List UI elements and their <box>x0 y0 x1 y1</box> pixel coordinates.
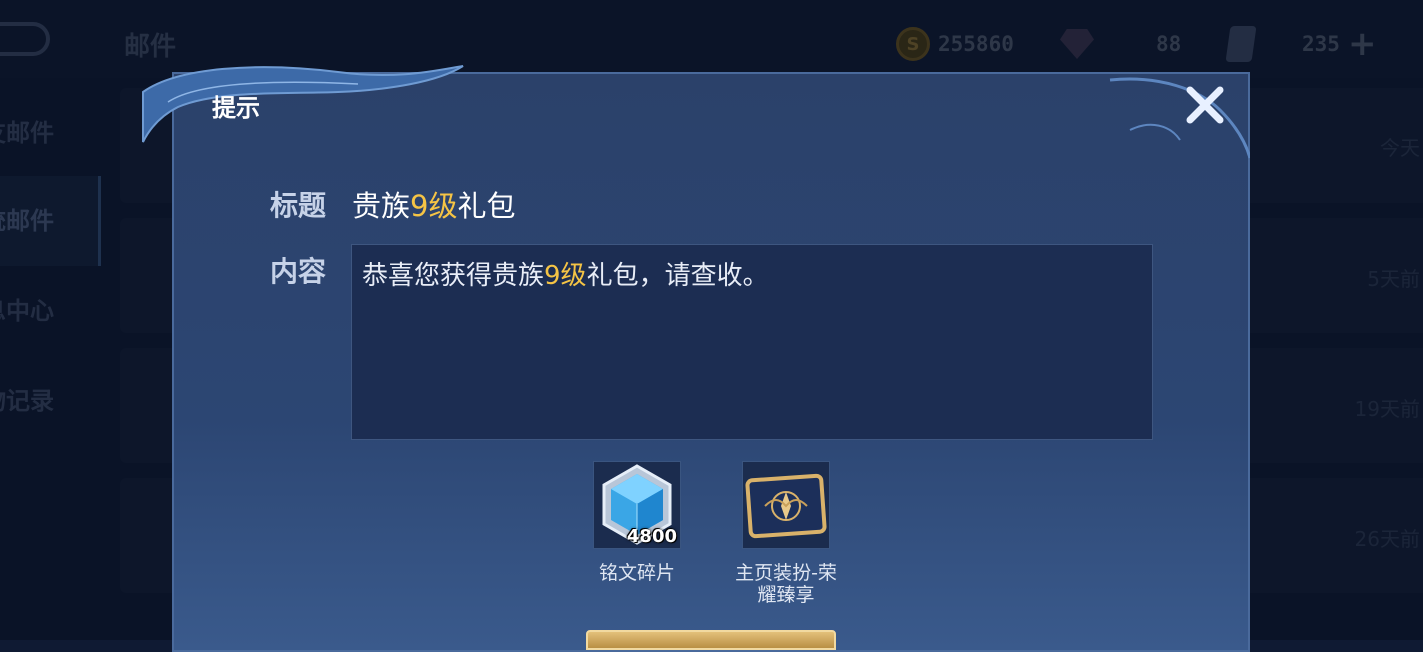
reward-item-homepage-decoration[interactable] <box>742 461 830 549</box>
reward-quantity: 4800 <box>626 526 677 547</box>
close-icon[interactable] <box>1182 82 1228 128</box>
subject-label: 标题 <box>270 189 327 222</box>
mail-content: 恭喜您获得贵族9级礼包，请查收。 <box>362 261 769 291</box>
reward-name: 铭文碎片 <box>598 562 675 584</box>
content-label: 内容 <box>270 255 327 288</box>
level-highlight: 9级 <box>544 261 587 291</box>
decoration-card-icon <box>745 473 827 539</box>
dialog-title: 提示 <box>212 94 260 122</box>
ribbon-decoration <box>142 65 464 143</box>
mail-subject: 贵族9级礼包 <box>352 189 516 223</box>
level-highlight: 9级 <box>410 189 458 223</box>
reward-item-inscription-shards[interactable]: 4800 <box>593 461 681 549</box>
confirm-button[interactable] <box>586 630 836 650</box>
mail-content-box: 恭喜您获得贵族9级礼包，请查收。 <box>351 244 1153 440</box>
reward-name: 主页装扮-荣 耀臻享 <box>735 562 837 606</box>
